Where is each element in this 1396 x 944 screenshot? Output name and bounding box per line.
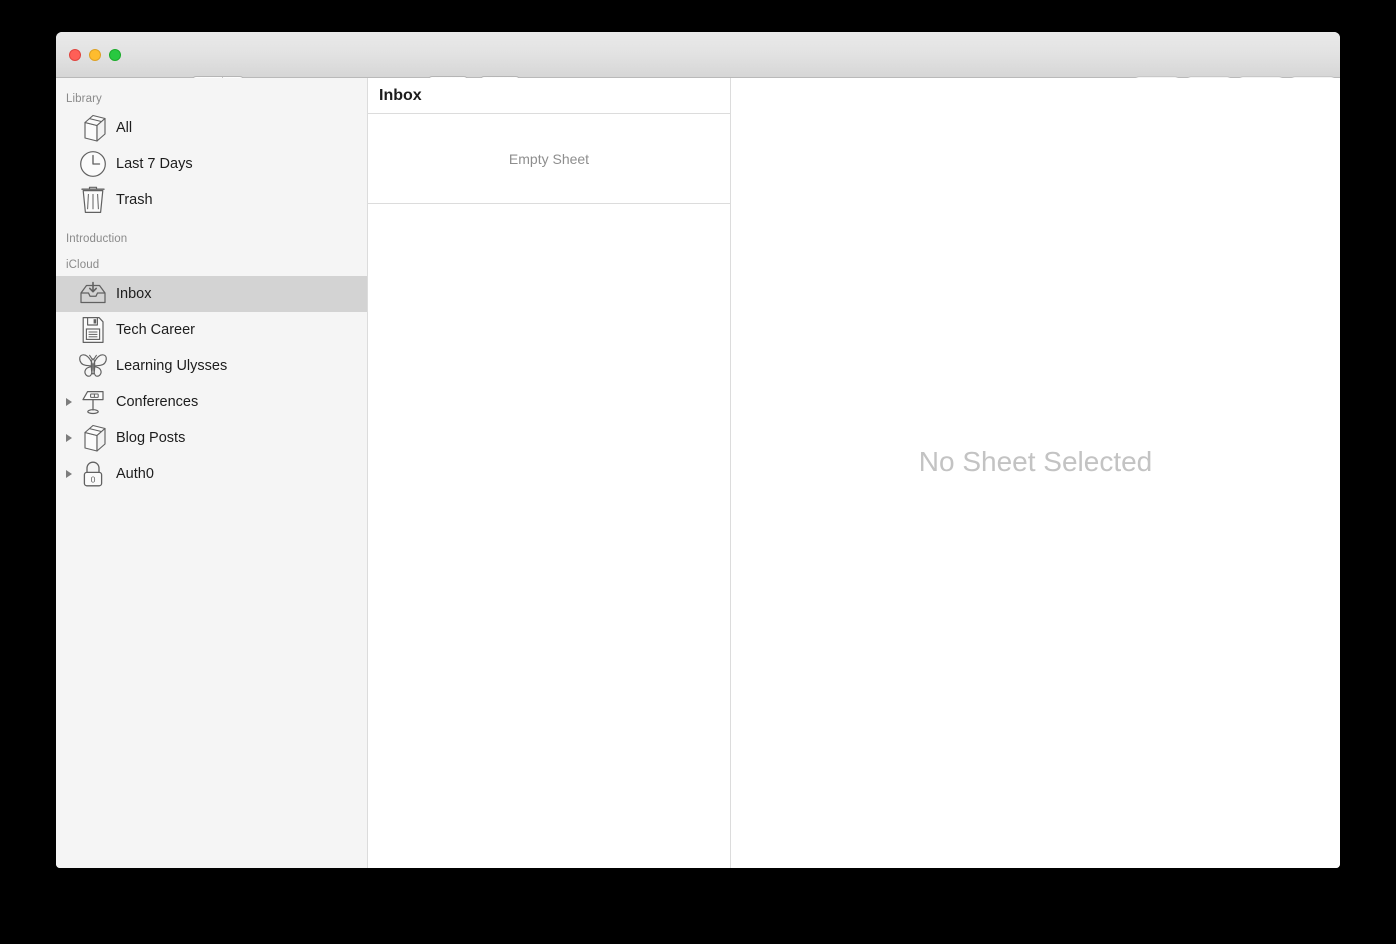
sheet-list-header: Inbox bbox=[368, 78, 730, 114]
sidebar-section-icloud: iCloud bbox=[66, 259, 100, 271]
page-title: Inbox bbox=[379, 86, 422, 104]
toolbar bbox=[56, 32, 1340, 100]
sidebar-item-learning-ulysses[interactable]: Learning Ulysses bbox=[56, 348, 367, 384]
sidebar-item-label: Conferences bbox=[116, 394, 199, 410]
sidebar-item-all[interactable]: All bbox=[56, 110, 367, 146]
sidebar-item-inbox[interactable]: Inbox bbox=[56, 276, 367, 312]
sidebar-item-blog-posts[interactable]: Blog Posts bbox=[56, 420, 367, 456]
clock-icon bbox=[76, 149, 110, 179]
podium-icon bbox=[76, 387, 110, 417]
sidebar-item-conferences[interactable]: Conferences bbox=[56, 384, 367, 420]
book-icon bbox=[76, 113, 110, 143]
sidebar-item-label: Last 7 Days bbox=[116, 156, 193, 172]
sidebar-item-tech-career[interactable]: Tech Career bbox=[56, 312, 367, 348]
sidebar-item-label: Learning Ulysses bbox=[116, 358, 228, 374]
sidebar-item-label: Trash bbox=[116, 192, 153, 208]
minimize-button[interactable] bbox=[89, 49, 101, 61]
list-item[interactable]: Empty Sheet bbox=[368, 114, 730, 204]
sidebar-section-introduction: Introduction bbox=[66, 233, 128, 245]
sidebar-item-last-7-days[interactable]: Last 7 Days bbox=[56, 146, 367, 182]
sidebar-item-trash[interactable]: Trash bbox=[56, 182, 367, 218]
editor-pane: No Sheet Selected bbox=[731, 78, 1340, 868]
document-icon bbox=[76, 315, 110, 345]
disclosure-triangle[interactable] bbox=[62, 384, 76, 420]
inbox-icon bbox=[76, 279, 110, 309]
trash-icon bbox=[76, 185, 110, 215]
sidebar-section-library: Library bbox=[66, 93, 102, 105]
zoom-button[interactable] bbox=[109, 49, 121, 61]
butterfly-icon bbox=[76, 351, 110, 381]
sidebar-item-auth0[interactable]: 0 Auth0 bbox=[56, 456, 367, 492]
svg-text:0: 0 bbox=[91, 474, 96, 484]
empty-state-message: No Sheet Selected bbox=[918, 446, 1153, 477]
sidebar-item-label: All bbox=[116, 120, 133, 136]
sidebar-item-label: Tech Career bbox=[116, 322, 195, 338]
disclosure-triangle[interactable] bbox=[62, 456, 76, 492]
sidebar-item-label: Auth0 bbox=[116, 466, 154, 482]
close-button[interactable] bbox=[69, 49, 81, 61]
sidebar-item-label: Inbox bbox=[116, 286, 152, 302]
lock-icon: 0 bbox=[76, 459, 110, 489]
window-controls bbox=[69, 49, 121, 61]
sheet-list-pane: Inbox Empty Sheet bbox=[368, 78, 731, 868]
disclosure-triangle[interactable] bbox=[62, 420, 76, 456]
list-item-label: Empty Sheet bbox=[508, 150, 590, 167]
sidebar: Library All Last 7 Days Trash Introducti… bbox=[56, 78, 368, 868]
sidebar-item-label: Blog Posts bbox=[116, 430, 186, 446]
book-icon bbox=[76, 423, 110, 453]
app-window: Library All Last 7 Days Trash Introducti… bbox=[56, 32, 1340, 868]
